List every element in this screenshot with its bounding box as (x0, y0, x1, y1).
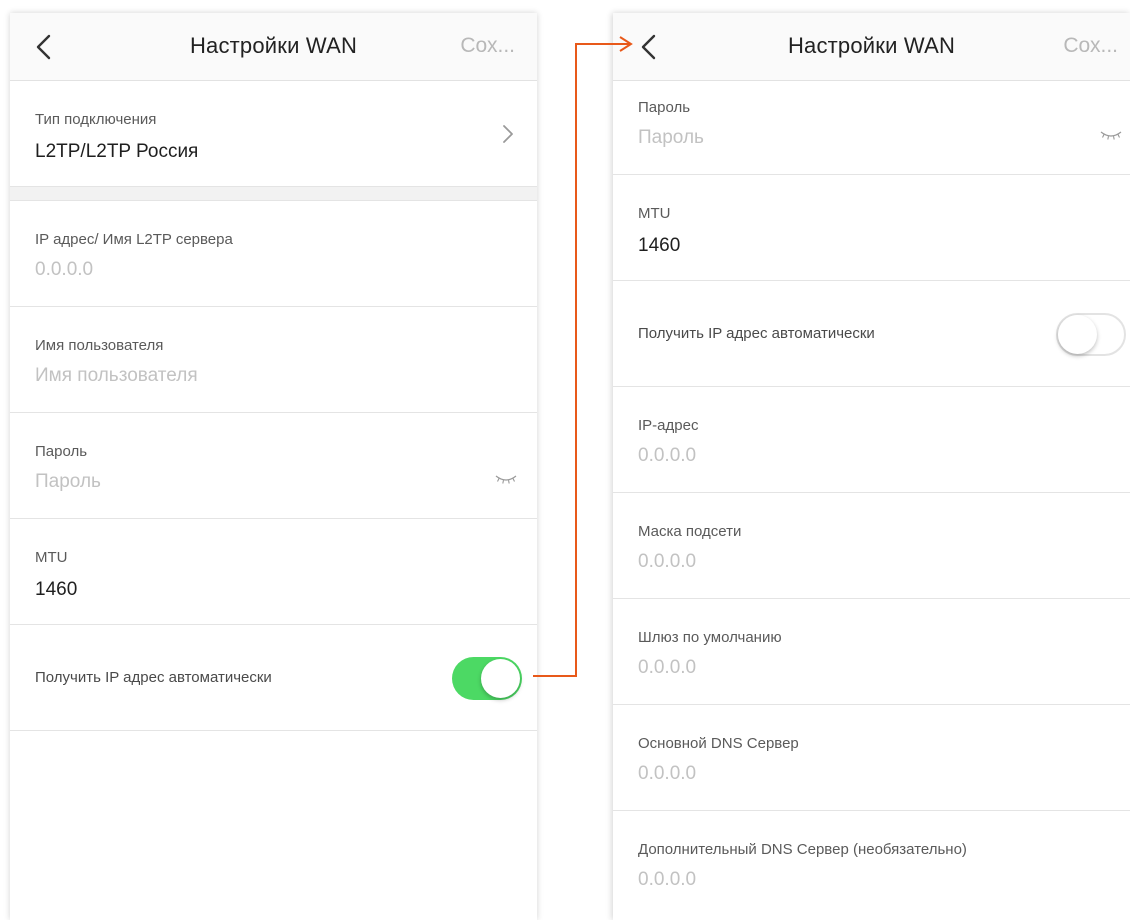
page-title: Настройки WAN (787, 33, 956, 58)
ip-address-label: IP-адрес (638, 417, 699, 434)
wan-settings-screen-left: Настройки WAN Сох... Тип подключения L2T… (10, 13, 537, 920)
connection-type-row[interactable]: Тип подключения L2TP/L2TP Россия (10, 81, 537, 187)
server-label: IP адрес/ Имя L2TP сервера (35, 231, 233, 248)
password-label: Пароль (35, 443, 88, 460)
secondary-dns-field[interactable]: Дополнительный DNS Сервер (необязательно… (613, 811, 1130, 917)
auto-ip-toggle[interactable] (452, 657, 522, 700)
secondary-dns-label: Дополнительный DNS Сервер (необязательно… (638, 841, 967, 858)
wan-settings-screen-right: Настройки WAN Сох... Пароль Пароль MTU 1… (613, 13, 1130, 920)
save-button[interactable]: Сох... (460, 34, 515, 58)
toggle-knob (1058, 315, 1097, 354)
mtu-label: MTU (638, 205, 671, 222)
save-button[interactable]: Сох... (1063, 34, 1118, 58)
auto-ip-row: Получить IP адрес автоматически (10, 625, 537, 731)
mtu-value[interactable]: 1460 (638, 235, 680, 257)
primary-dns-label: Основной DNS Сервер (638, 735, 799, 752)
page-title: Настройки WAN (189, 33, 358, 58)
toggle-knob (481, 659, 520, 698)
subnet-mask-field[interactable]: Маска подсети 0.0.0.0 (613, 493, 1130, 599)
auto-ip-label: Получить IP адрес автоматически (638, 325, 875, 342)
password-input[interactable]: Пароль (638, 127, 704, 149)
auto-ip-row: Получить IP адрес автоматически (613, 281, 1130, 387)
primary-dns-input[interactable]: 0.0.0.0 (638, 763, 696, 785)
mtu-value[interactable]: 1460 (35, 579, 77, 601)
server-field[interactable]: IP адрес/ Имя L2TP сервера 0.0.0.0 (10, 201, 537, 307)
password-input[interactable]: Пароль (35, 471, 101, 493)
ip-address-field[interactable]: IP-адрес 0.0.0.0 (613, 387, 1130, 493)
chevron-right-icon (503, 125, 513, 143)
username-input[interactable]: Имя пользователя (35, 365, 198, 387)
connection-type-label: Тип подключения (35, 111, 157, 128)
gateway-input[interactable]: 0.0.0.0 (638, 657, 696, 679)
gateway-label: Шлюз по умолчанию (638, 629, 782, 646)
username-label: Имя пользователя (35, 337, 164, 354)
server-input[interactable]: 0.0.0.0 (35, 259, 93, 281)
mtu-field[interactable]: MTU 1460 (613, 175, 1130, 281)
mtu-label: MTU (35, 549, 68, 566)
eye-closed-icon[interactable] (1100, 129, 1122, 141)
secondary-dns-input[interactable]: 0.0.0.0 (638, 869, 696, 891)
gateway-field[interactable]: Шлюз по умолчанию 0.0.0.0 (613, 599, 1130, 705)
password-label: Пароль (638, 99, 691, 116)
password-field[interactable]: Пароль Пароль (10, 413, 537, 519)
mtu-field[interactable]: MTU 1460 (10, 519, 537, 625)
subnet-mask-input[interactable]: 0.0.0.0 (638, 551, 696, 573)
ip-address-input[interactable]: 0.0.0.0 (638, 445, 696, 467)
eye-closed-icon[interactable] (495, 473, 517, 485)
auto-ip-label: Получить IP адрес автоматически (35, 669, 272, 686)
subnet-mask-label: Маска подсети (638, 523, 742, 540)
connection-type-value: L2TP/L2TP Россия (35, 141, 199, 162)
username-field[interactable]: Имя пользователя Имя пользователя (10, 307, 537, 413)
password-field[interactable]: Пароль Пароль (613, 69, 1130, 175)
navigation-bar: Настройки WAN Сох... (10, 13, 537, 81)
primary-dns-field[interactable]: Основной DNS Сервер 0.0.0.0 (613, 705, 1130, 811)
auto-ip-toggle[interactable] (1056, 313, 1126, 356)
section-divider (10, 187, 537, 201)
